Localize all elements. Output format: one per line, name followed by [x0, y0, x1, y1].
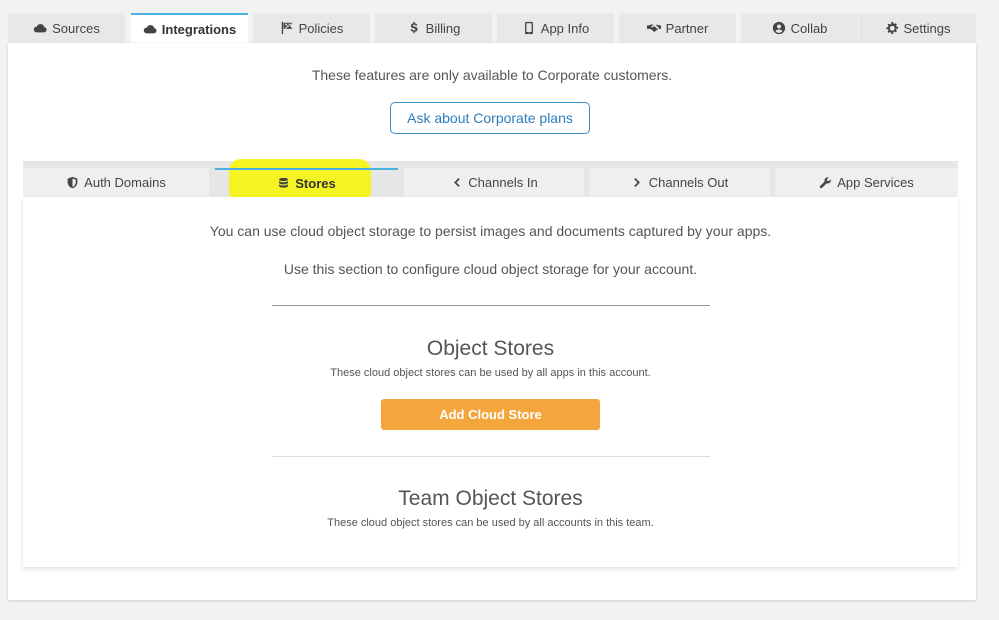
tab-sources[interactable]: Sources — [8, 13, 125, 43]
tab-billing[interactable]: Billing — [375, 13, 492, 43]
gear-icon — [885, 21, 899, 35]
cloud-icon — [143, 22, 157, 36]
tab-label: Integrations — [161, 21, 237, 37]
integrations-sub-tab-bar-overlay: Stores Channels In Channels Out App Serv… — [23, 161, 958, 197]
chevron-left-icon — [450, 176, 463, 189]
chevron-right-icon — [631, 176, 644, 189]
object-stores-title: Object Stores — [426, 337, 555, 360]
tab-label: Partner — [665, 20, 709, 36]
user-circle-icon — [772, 21, 786, 35]
tab-label: App Services — [837, 175, 914, 190]
mobile-icon — [522, 21, 536, 35]
tab-label: Channels Out — [648, 175, 729, 190]
add-cloud-store-button[interactable]: Add Cloud Store — [381, 399, 600, 430]
tab-integrations[interactable]: Integrations — [131, 13, 248, 43]
tab-label: Sources — [52, 20, 100, 36]
stores-panel: You can use cloud object storage to pers… — [23, 197, 958, 567]
corporate-notice: These features are only available to Cor… — [311, 67, 673, 83]
tab-channels-in[interactable]: Channels In — [404, 168, 584, 197]
tab-settings[interactable]: Settings — [859, 13, 976, 43]
tab-label: Policies — [298, 20, 344, 36]
team-object-stores-title: Team Object Stores — [398, 487, 583, 510]
wrench-icon — [819, 176, 832, 189]
stores-intro-1: You can use cloud object storage to pers… — [209, 223, 772, 239]
stores-intro-2: Use this section to configure cloud obje… — [283, 261, 698, 277]
database-icon — [277, 177, 290, 190]
tab-app-info[interactable]: App Info — [497, 13, 614, 43]
top-tab-bar: Sources Integrations Policies Billing Ap… — [8, 13, 976, 43]
ask-corporate-plans-button[interactable]: Ask about Corporate plans — [390, 102, 590, 134]
tab-channels-out[interactable]: Channels Out — [589, 168, 770, 197]
handshake-icon — [646, 21, 661, 35]
object-stores-subtitle: These cloud object stores can be used by… — [330, 367, 651, 379]
tab-label: Collab — [790, 20, 828, 36]
tab-label: Stores — [295, 176, 336, 191]
tab-partner[interactable]: Partner — [619, 13, 736, 43]
tab-label: Channels In — [468, 175, 538, 190]
tab-app-services[interactable]: App Services — [775, 168, 958, 197]
tab-policies[interactable]: Policies — [253, 13, 370, 43]
tab-collab[interactable]: Collab — [741, 13, 858, 43]
divider — [272, 305, 710, 306]
tab-label: App Info — [540, 20, 590, 36]
flag-icon — [280, 21, 294, 35]
cloud-icon — [33, 21, 47, 35]
tab-stores[interactable]: Stores — [215, 168, 398, 197]
team-object-stores-subtitle: These cloud object stores can be used by… — [327, 517, 654, 529]
tab-label: Billing — [425, 20, 461, 36]
divider — [272, 456, 710, 457]
dollar-icon — [407, 21, 421, 35]
tab-label: Settings — [903, 20, 951, 36]
